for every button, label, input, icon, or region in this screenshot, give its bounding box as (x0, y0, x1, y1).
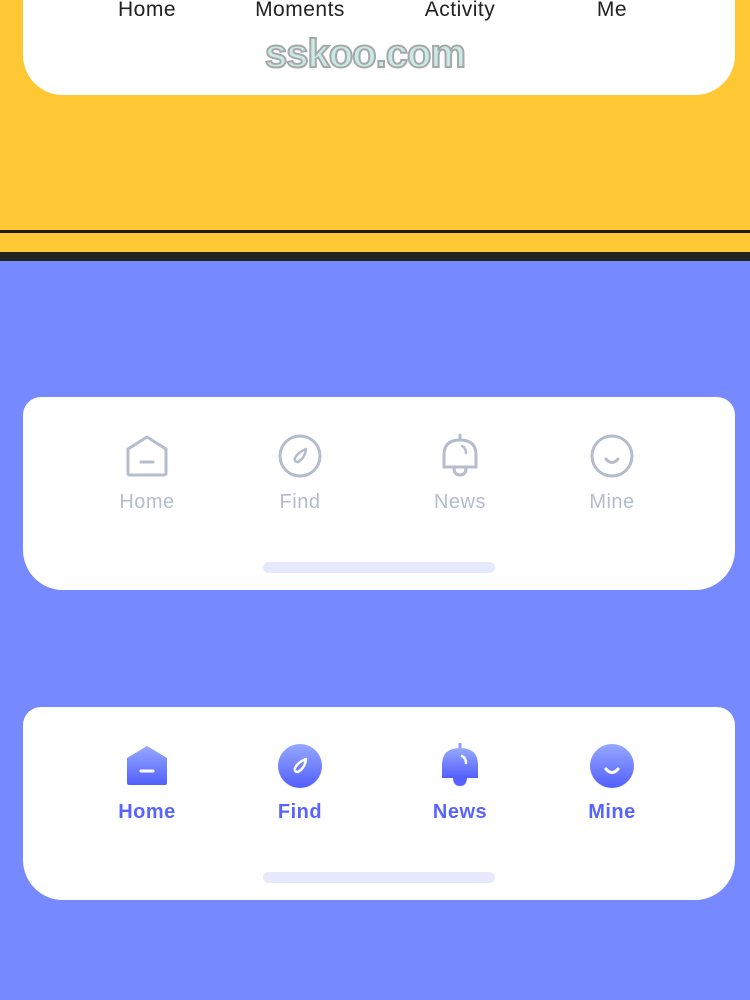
active-tab-bar: Home Find News Mine (23, 707, 735, 900)
smile-icon (590, 434, 634, 478)
tab-label: Me (596, 0, 628, 21)
tab-find[interactable]: Find (240, 743, 360, 824)
tab-label: News (433, 491, 486, 513)
tab-label: Moments (255, 0, 345, 21)
bell-icon (442, 743, 478, 786)
divider (0, 230, 750, 233)
home-icon (126, 435, 168, 477)
home-indicator (263, 872, 495, 883)
tab-news[interactable]: News (400, 433, 520, 514)
tab-label: Find (279, 491, 321, 513)
tab-me[interactable]: Me (552, 0, 672, 22)
tab-home[interactable]: Home (87, 743, 207, 824)
tab-label: Mine (589, 491, 635, 513)
compass-icon (278, 744, 322, 788)
inactive-tab-bar: Home Find News Mine (23, 397, 735, 590)
compass-icon (278, 434, 322, 478)
tab-label: Home (119, 491, 175, 513)
tab-label: Activity (424, 0, 496, 21)
tab-label: Home (118, 801, 176, 823)
tab-find[interactable]: Find (240, 433, 360, 514)
home-indicator (263, 562, 495, 573)
tab-mine[interactable]: Mine (552, 743, 672, 824)
tab-home[interactable]: Home (87, 0, 207, 22)
tab-label: News (432, 801, 488, 823)
tab-news[interactable]: News (400, 743, 520, 824)
home-icon (127, 746, 167, 785)
divider (0, 252, 750, 261)
tab-mine[interactable]: Mine (552, 433, 672, 514)
tab-label: Mine (588, 801, 636, 823)
smile-icon (590, 744, 634, 788)
tab-label: Find (277, 801, 323, 823)
tab-home[interactable]: Home (87, 433, 207, 514)
tab-label: Home (117, 0, 177, 21)
tab-activity[interactable]: Activity (400, 0, 520, 22)
bell-icon (442, 433, 478, 477)
watermark-logo: sskoo.com (264, 31, 467, 77)
tab-moments[interactable]: Moments (240, 0, 360, 22)
